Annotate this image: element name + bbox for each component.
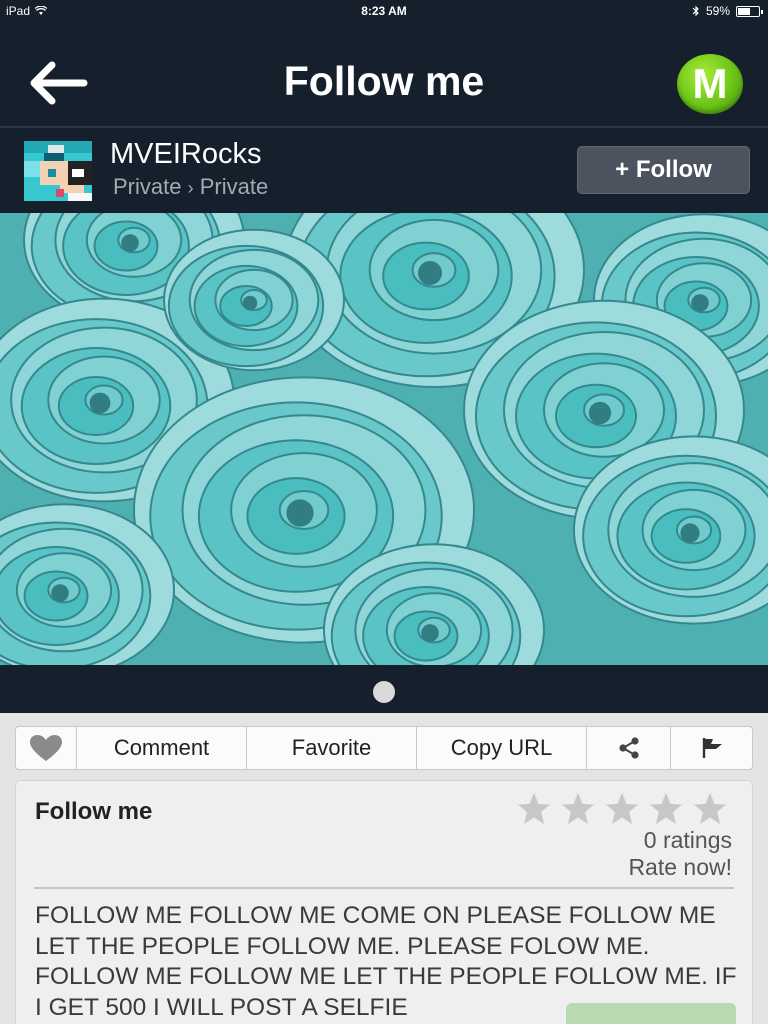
card-divider	[34, 887, 734, 889]
breadcrumb-separator: ›	[187, 178, 194, 198]
breadcrumb-item[interactable]: Private	[113, 174, 181, 199]
like-button[interactable]	[16, 727, 76, 769]
follow-button[interactable]: + Follow	[577, 146, 750, 194]
bluetooth-icon	[692, 5, 699, 17]
breadcrumb-item[interactable]: Private	[200, 174, 268, 199]
report-button[interactable]	[670, 727, 752, 769]
star-icon[interactable]	[604, 791, 640, 827]
rating-stars[interactable]	[516, 791, 728, 827]
status-time: 8:23 AM	[361, 4, 407, 18]
breadcrumb: Private › Private	[113, 174, 268, 200]
status-bar: iPad 8:23 AM 59%	[0, 0, 768, 22]
comment-button[interactable]: Comment	[76, 727, 246, 769]
heart-icon	[30, 735, 62, 761]
page-title: Follow me	[283, 58, 485, 104]
author-row: MVEIRocks Private › Private + Follow	[0, 128, 768, 212]
post-image[interactable]	[0, 213, 768, 665]
app-logo-button[interactable]: M	[677, 54, 743, 114]
share-icon	[618, 737, 639, 759]
star-icon[interactable]	[648, 791, 684, 827]
battery-percent: 59%	[705, 4, 730, 18]
rate-now-link[interactable]: Rate now!	[628, 854, 732, 881]
ratings-count: 0 ratings	[643, 827, 732, 853]
roses-image	[0, 213, 768, 665]
nav-bar: Follow me M	[0, 22, 768, 126]
copy-url-button[interactable]: Copy URL	[416, 727, 586, 769]
post-title: Follow me	[35, 798, 153, 825]
thumbnail-image[interactable]	[566, 1003, 736, 1024]
favorite-button[interactable]: Favorite	[246, 727, 416, 769]
action-bar: Comment Favorite Copy URL	[15, 726, 753, 770]
avatar[interactable]	[24, 141, 92, 201]
pager-dot[interactable]	[373, 681, 395, 703]
star-icon[interactable]	[692, 791, 728, 827]
pixel-avatar-image	[24, 141, 92, 201]
share-button[interactable]	[586, 727, 670, 769]
app-screen: iPad 8:23 AM 59% Follow me M MVEIRocks P…	[0, 0, 768, 1024]
author-username[interactable]: MVEIRocks	[110, 138, 261, 171]
battery-icon	[736, 5, 763, 17]
star-icon[interactable]	[560, 791, 596, 827]
post-details-card: Follow me 0 ratings Rate now! FOLLOW ME …	[15, 780, 753, 1024]
image-pager	[0, 665, 768, 713]
star-icon[interactable]	[516, 791, 552, 827]
flag-icon	[702, 738, 722, 758]
